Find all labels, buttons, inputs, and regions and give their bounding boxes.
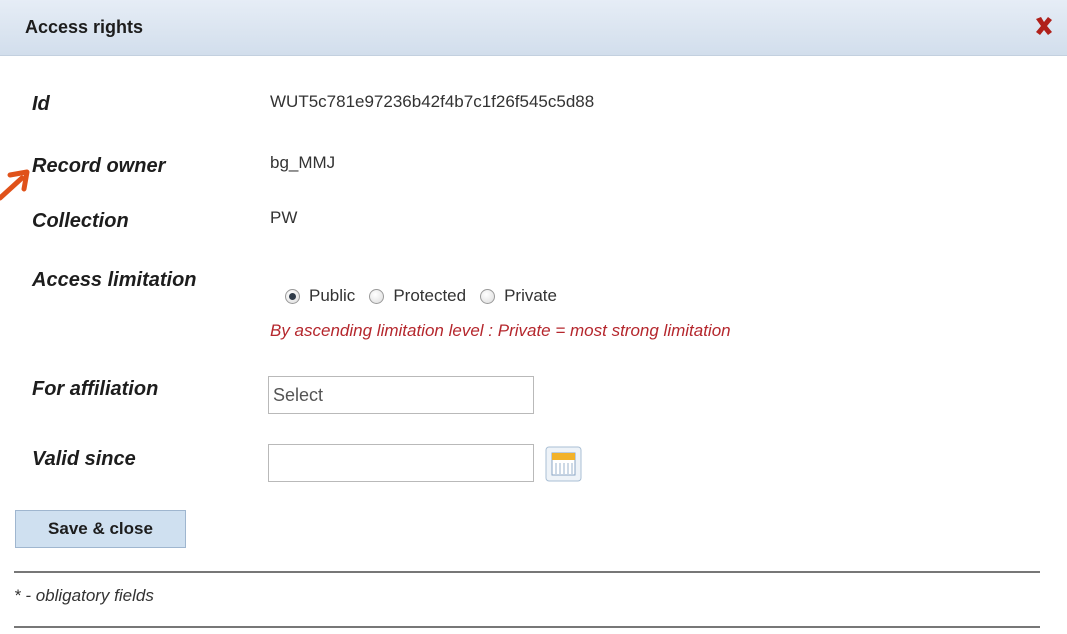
radio-public[interactable] <box>285 288 300 304</box>
valid-since-date-field[interactable] <box>268 444 534 482</box>
for-affiliation-label: For affiliation <box>32 378 159 400</box>
calendar-icon[interactable] <box>545 446 582 482</box>
access-limitation-label: Access limitation <box>32 269 197 291</box>
footer-divider-bottom <box>14 626 1040 628</box>
record-owner-label: Record owner <box>32 155 166 177</box>
save-and-close-button[interactable]: Save & close <box>15 510 186 548</box>
affiliation-select-field[interactable]: Select <box>268 376 534 414</box>
valid-since-label: Valid since <box>32 448 136 470</box>
arrow-icon <box>0 169 30 201</box>
dialog-titlebar: Access rights <box>0 0 1067 56</box>
access-limitation-hint: By ascending limitation level : Private … <box>270 321 731 340</box>
radio-private-label[interactable]: Private <box>504 286 557 306</box>
id-value: WUT5c781e97236b42f4b7c1f26f545c5d88 <box>270 92 595 111</box>
footer-divider-top <box>14 571 1040 573</box>
radio-private[interactable] <box>480 288 496 304</box>
radio-protected-label[interactable]: Protected <box>393 286 466 306</box>
close-icon[interactable] <box>1032 14 1056 38</box>
access-rights-dialog: Access rights Id WUT5c781e97236b42f4b7c1… <box>0 0 1067 634</box>
collection-value: PW <box>270 208 298 227</box>
obligatory-fields-note: * - obligatory fields <box>14 586 154 605</box>
radio-protected[interactable] <box>369 288 385 304</box>
collection-label: Collection <box>32 210 129 232</box>
id-label: Id <box>32 93 50 115</box>
dialog-title: Access rights <box>25 17 144 37</box>
record-owner-value: bg_MMJ <box>270 153 336 172</box>
access-limitation-radio-group: Public Protected Private <box>285 283 571 309</box>
radio-public-label[interactable]: Public <box>309 286 355 306</box>
